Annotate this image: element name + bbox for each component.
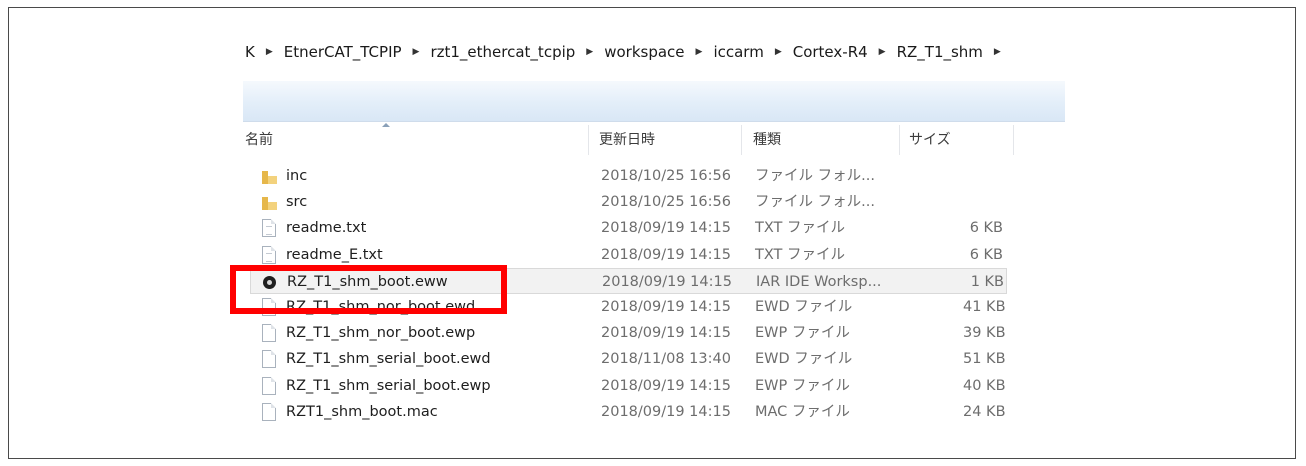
breadcrumb-item[interactable]: EtnerCAT_TCPIP [282,43,404,61]
sort-ascending-icon [382,123,390,127]
file-size: 39 KB [963,325,1006,342]
chevron-right-icon[interactable]: ▶ [413,47,420,57]
file-type: TXT ファイル [755,246,846,263]
file-size: 6 KB [969,220,1003,237]
column-divider[interactable] [899,125,900,155]
file-row[interactable]: readme.txt 2018/09/19 14:15 TXT ファイル 6 K… [243,215,1065,241]
file-date: 2018/10/25 16:56 [601,194,731,211]
column-header-date[interactable]: 更新日時 [599,123,655,155]
file-icon [262,297,276,316]
column-divider[interactable] [741,125,742,155]
file-type: EWP ファイル [755,377,850,394]
file-type: EWD ファイル [755,351,853,368]
breadcrumb: K ▶ EtnerCAT_TCPIP ▶ rzt1_ethercat_tcpip… [243,33,1065,71]
chevron-right-icon[interactable]: ▶ [994,47,1001,57]
file-type: IAR IDE Worksp... [756,273,882,290]
file-row[interactable]: readme_E.txt 2018/09/19 14:15 TXT ファイル 6… [243,242,1065,268]
file-name: RZ_T1_shm_boot.eww [287,273,448,290]
breadcrumb-item[interactable]: RZ_T1_shm [895,43,985,61]
file-date: 2018/09/19 14:15 [602,273,732,290]
file-name: src [286,194,308,211]
file-date: 2018/11/08 13:40 [601,351,731,368]
breadcrumb-item[interactable]: K [243,43,257,61]
file-name: RZ_T1_shm_nor_boot.ewp [286,325,476,342]
file-date: 2018/09/19 14:15 [601,403,731,420]
file-row[interactable]: RZ_T1_shm_nor_boot.ewd 2018/09/19 14:15 … [243,294,1065,320]
file-explorer-window: K ▶ EtnerCAT_TCPIP ▶ rzt1_ethercat_tcpip… [243,33,1065,457]
file-row[interactable]: src 2018/10/25 16:56 ファイル フォル... [243,189,1065,215]
file-date: 2018/09/19 14:15 [601,246,731,263]
file-size: 51 KB [963,351,1006,368]
file-size: 1 KB [970,273,1004,290]
file-row-selected[interactable]: RZ_T1_shm_boot.eww 2018/09/19 14:15 IAR … [250,267,1007,294]
breadcrumb-item[interactable]: Cortex-R4 [791,43,870,61]
text-file-icon [262,245,276,264]
file-type: EWP ファイル [755,325,850,342]
file-name: RZ_T1_shm_nor_boot.ewd [286,298,476,315]
file-size: 6 KB [969,246,1003,263]
file-name: readme_E.txt [286,246,383,263]
breadcrumb-item[interactable]: iccarm [711,43,765,61]
column-headers: 名前 更新日時 種類 サイズ [243,123,1065,155]
file-row[interactable]: RZ_T1_shm_serial_boot.ewd 2018/11/08 13:… [243,346,1065,372]
file-row[interactable]: RZ_T1_shm_serial_boot.ewp 2018/09/19 14:… [243,373,1065,399]
file-row[interactable]: RZ_T1_shm_nor_boot.ewp 2018/09/19 14:15 … [243,320,1065,346]
file-date: 2018/09/19 14:15 [601,377,731,394]
file-date: 2018/09/19 14:15 [601,298,731,315]
text-file-icon [262,219,276,238]
chevron-right-icon[interactable]: ▶ [696,47,703,57]
file-icon [262,402,276,421]
file-size: 24 KB [963,403,1006,420]
chevron-right-icon[interactable]: ▶ [775,47,782,57]
file-date: 2018/10/25 16:56 [601,168,731,184]
chevron-right-icon[interactable]: ▶ [879,47,886,57]
file-type: ファイル フォル... [755,194,875,211]
file-type: MAC ファイル [755,403,850,420]
file-date: 2018/09/19 14:15 [601,220,731,237]
folder-icon [262,193,277,211]
file-icon [262,376,276,395]
breadcrumb-item[interactable]: workspace [602,43,686,61]
command-bar [243,81,1065,122]
file-name: RZ_T1_shm_serial_boot.ewp [286,377,491,394]
file-date: 2018/09/19 14:15 [601,325,731,342]
breadcrumb-item[interactable]: rzt1_ethercat_tcpip [428,43,577,61]
file-name: readme.txt [286,220,367,237]
file-name: RZ_T1_shm_serial_boot.ewd [286,351,491,368]
column-header-size[interactable]: サイズ [909,123,951,155]
file-size: 40 KB [963,377,1006,394]
iar-workspace-icon [263,275,276,289]
file-row[interactable]: RZT1_shm_boot.mac 2018/09/19 14:15 MAC フ… [243,399,1065,425]
column-header-name[interactable]: 名前 [245,123,273,155]
file-size: 41 KB [963,298,1006,315]
file-name: inc [286,168,308,184]
file-icon [262,350,276,369]
folder-icon [262,167,277,185]
file-row[interactable]: inc 2018/10/25 16:56 ファイル フォル... [243,163,1065,189]
column-header-type[interactable]: 種類 [753,123,781,155]
file-type: TXT ファイル [755,220,846,237]
chevron-right-icon[interactable]: ▶ [586,47,593,57]
chevron-right-icon[interactable]: ▶ [266,47,273,57]
column-divider[interactable] [1013,125,1014,155]
file-type: ファイル フォル... [755,168,875,184]
file-icon [262,324,276,343]
file-list: inc 2018/10/25 16:56 ファイル フォル... src 201… [243,163,1065,425]
column-divider[interactable] [588,125,589,155]
file-type: EWD ファイル [755,298,853,315]
file-name: RZT1_shm_boot.mac [286,403,438,420]
